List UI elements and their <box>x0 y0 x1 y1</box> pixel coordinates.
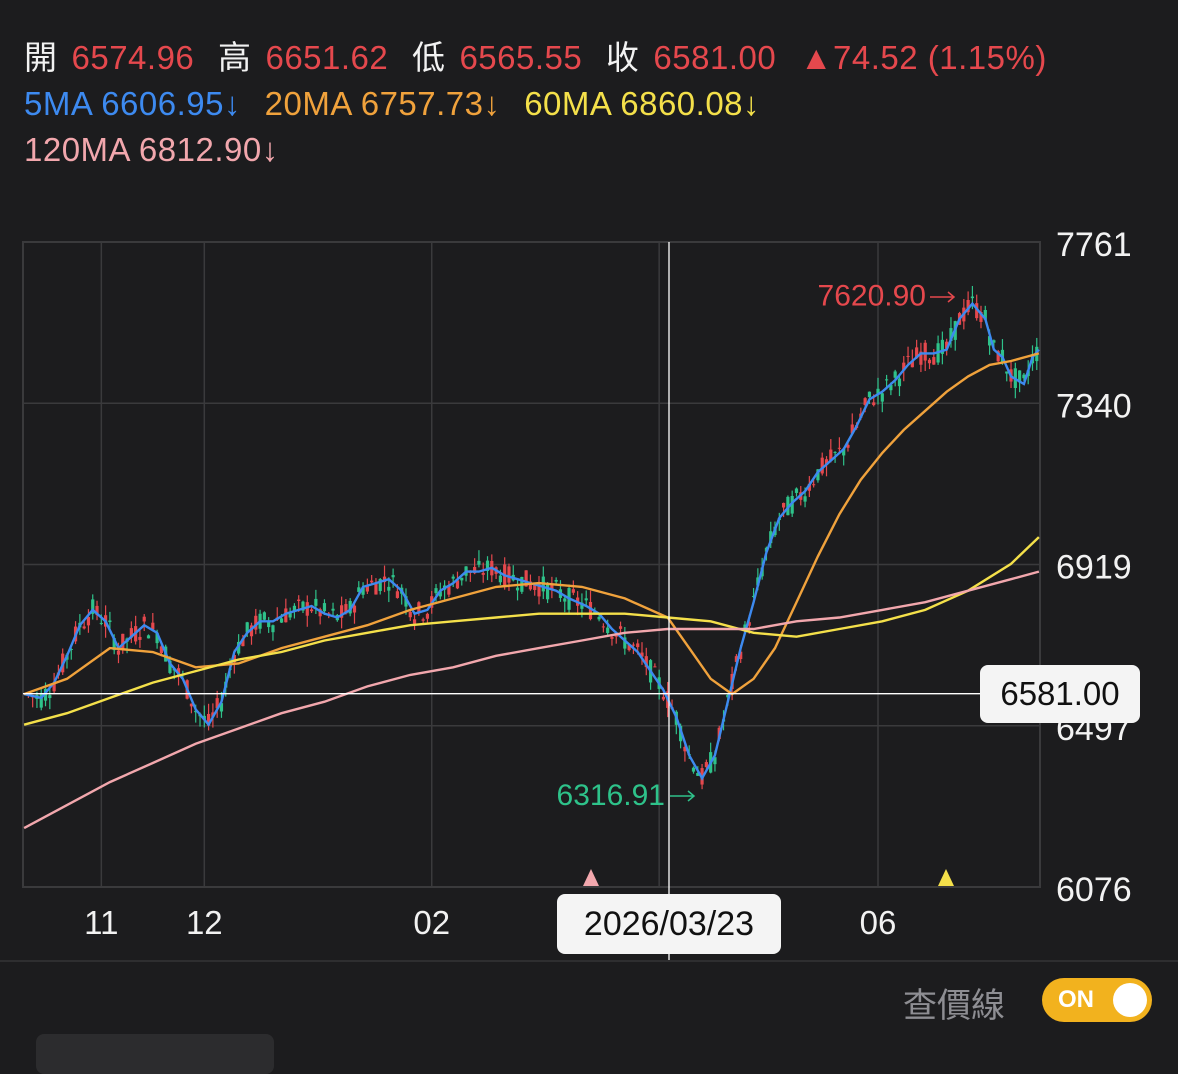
y-tick-label: 6919 <box>1056 549 1132 587</box>
candle-body <box>434 588 438 594</box>
candle-body <box>601 626 605 628</box>
candle-body <box>108 620 112 622</box>
candle-body <box>794 488 799 493</box>
candle-body <box>408 611 412 618</box>
candle-body <box>610 636 614 639</box>
candle-body <box>812 484 816 486</box>
candle-body <box>481 572 485 575</box>
candle-body <box>425 613 430 619</box>
candle-body <box>460 577 464 581</box>
crosshair-date-tag: 2026/03/23 <box>557 894 781 954</box>
candle-body <box>48 695 52 699</box>
candles <box>26 285 1039 790</box>
candle-body <box>923 342 927 361</box>
candle-body <box>571 589 575 593</box>
candle-body <box>309 609 314 612</box>
candle-body <box>387 586 391 591</box>
candle-body <box>82 626 86 629</box>
high-arrow <box>930 291 956 303</box>
candle-body <box>867 391 872 398</box>
ma-line-120ma <box>23 570 1040 830</box>
high-annotation: 7620.90 <box>818 280 926 313</box>
x-tick-label: 12 <box>186 904 223 941</box>
candle-body <box>837 447 841 449</box>
toggle-state: ON <box>1058 986 1094 1013</box>
y-tick-label: 7340 <box>1056 387 1132 425</box>
toggle-knob <box>1113 983 1147 1017</box>
low-annotation: 6316.91 <box>557 779 665 812</box>
candle-body <box>99 622 103 624</box>
ma-line-5ma <box>23 301 1040 781</box>
candle-body <box>314 598 318 606</box>
candle-body <box>833 451 837 453</box>
candle-body <box>267 621 271 628</box>
candle-body <box>146 635 151 639</box>
x-tick-label: 06 <box>860 904 897 941</box>
candle-body <box>584 598 588 601</box>
candle-body <box>451 576 455 579</box>
yellow-triangle-marker <box>938 869 954 886</box>
candle-body <box>138 636 142 640</box>
candle-body <box>782 502 786 508</box>
pink-triangle-marker <box>583 869 599 886</box>
candle-body <box>116 650 121 655</box>
candle-body <box>563 598 567 602</box>
candle-body <box>932 357 936 365</box>
candle-body <box>872 402 876 406</box>
candle-body <box>305 602 309 616</box>
candle-body <box>884 379 889 381</box>
candle-body <box>391 575 395 578</box>
candle-body <box>297 599 301 601</box>
low-arrow <box>670 790 696 802</box>
candle-body <box>597 616 601 620</box>
candle-body <box>606 627 610 633</box>
candle-body <box>820 457 824 474</box>
divider <box>0 960 1178 962</box>
grid <box>22 241 1041 888</box>
candle-body <box>618 626 623 629</box>
candle-body <box>322 603 327 612</box>
candle-body <box>803 496 807 502</box>
candle-body <box>545 583 550 600</box>
x-tick-label: 11 <box>84 904 118 941</box>
candle-body <box>421 619 425 621</box>
candle-body <box>279 618 284 623</box>
candle-body <box>374 583 378 595</box>
candle-body <box>271 625 275 633</box>
candle-body <box>142 616 146 622</box>
candle-body <box>906 355 910 357</box>
candle-body <box>331 608 335 611</box>
candle-body <box>370 580 374 583</box>
y-tick-label: 7761 <box>1056 226 1132 264</box>
candle-body <box>515 587 520 591</box>
annotations: 7620.90 6316.91 <box>23 242 1040 960</box>
candle-body <box>498 575 502 583</box>
candlestick-chart[interactable]: 7761734069196497607611 12 02 06 7620.906316… <box>0 0 1178 960</box>
candle-body <box>262 612 266 620</box>
price-line-label: 查價線 <box>903 987 1005 1025</box>
candle-body <box>412 619 417 624</box>
candle-body <box>507 566 511 583</box>
candle-body <box>893 371 897 378</box>
ma-line-20ma <box>23 352 1040 696</box>
candle-body <box>927 359 932 364</box>
candle-body <box>661 696 666 700</box>
y-tick-label: 6076 <box>1056 871 1132 909</box>
candle-body <box>86 616 91 626</box>
bottom-card[interactable] <box>36 1034 274 1074</box>
candle-body <box>691 767 696 772</box>
candle-body <box>636 643 640 648</box>
candle-body <box>970 296 975 299</box>
candle-body <box>653 666 657 668</box>
candle-body <box>631 644 636 646</box>
candle-body <box>554 579 558 582</box>
candle-body <box>395 591 400 598</box>
candle-body <box>897 378 902 387</box>
candle-body <box>880 393 884 402</box>
price-line-toggle[interactable]: ON <box>1042 978 1152 1022</box>
axes: 7761734069196497607611 12 02 06 <box>84 226 1131 941</box>
candle-body <box>477 560 481 565</box>
crosshair-price-tag: 6581.00 <box>980 665 1140 723</box>
x-tick-label: 02 <box>413 904 450 941</box>
